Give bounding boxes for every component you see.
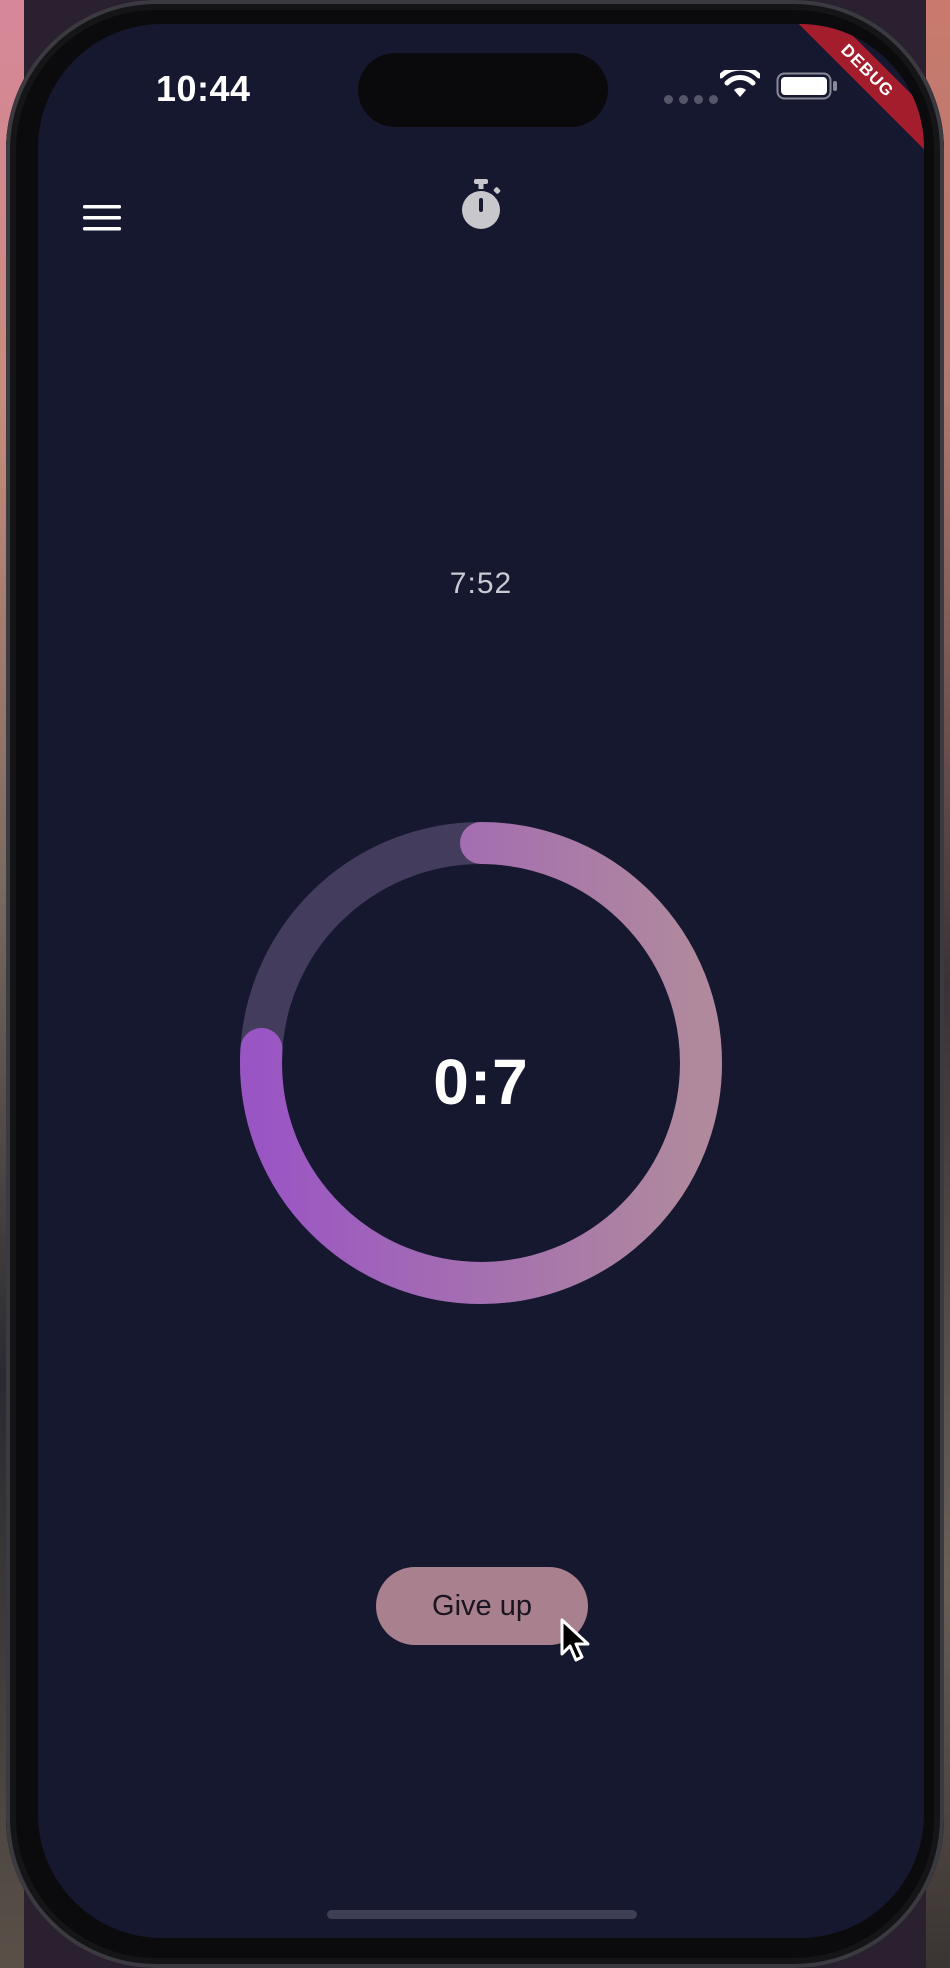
- home-indicator: [327, 1910, 637, 1919]
- status-bar-time: 10:44: [156, 68, 251, 109]
- mouse-pointer-icon: [560, 1618, 590, 1662]
- countdown-display: 0:7: [433, 1046, 529, 1118]
- wifi-icon: [720, 70, 760, 97]
- menu-button[interactable]: [74, 190, 130, 246]
- hamburger-menu-icon: [83, 205, 121, 231]
- app-screen: 10:44 DEBUG 7:52 0:7 Give up: [38, 24, 924, 1938]
- battery-icon: [776, 72, 837, 100]
- give-up-button[interactable]: Give up: [376, 1567, 588, 1645]
- target-time-label: 7:52: [449, 567, 513, 600]
- cellular-signal-icon: [664, 95, 718, 104]
- dynamic-island: [358, 53, 608, 127]
- stopwatch-icon: [462, 179, 501, 229]
- phone-frame: 10:44 DEBUG 7:52 0:7 Give up: [6, 0, 944, 1968]
